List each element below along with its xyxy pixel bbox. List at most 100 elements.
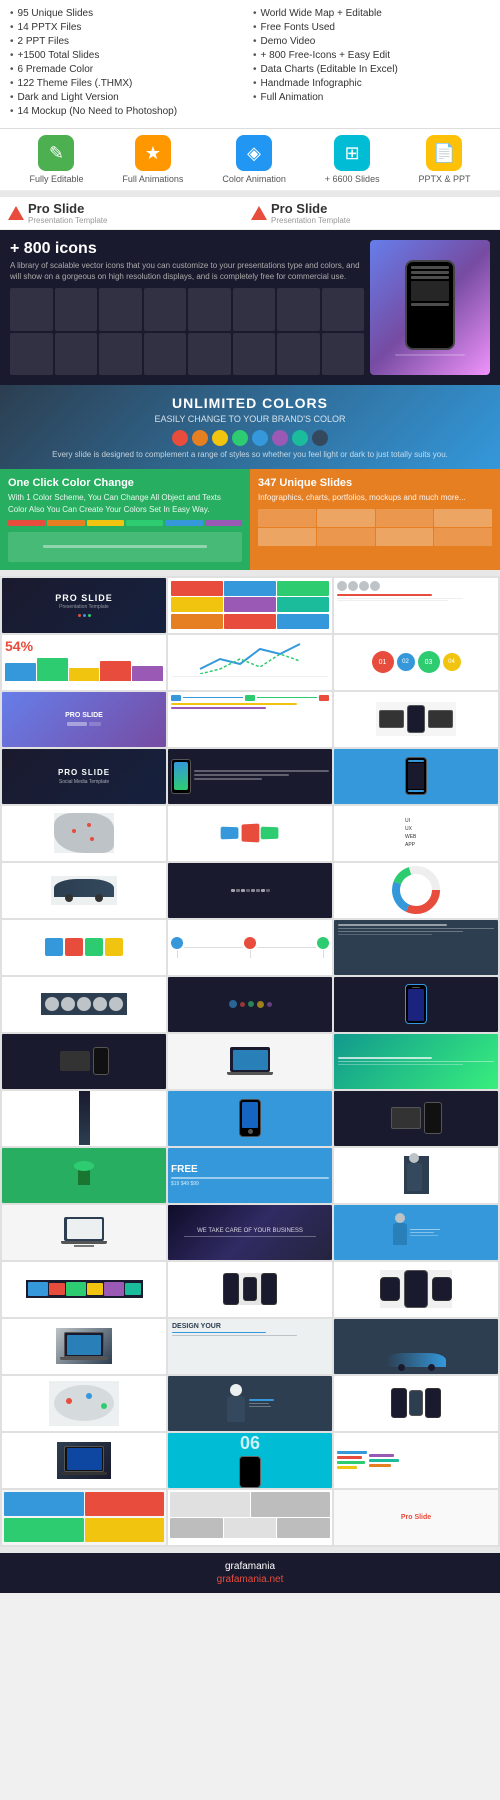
- slide-thumb-13[interactable]: [2, 806, 166, 861]
- icons-section: + 800 icons A library of scalable vector…: [0, 230, 500, 385]
- slide-thumb-31[interactable]: [2, 1148, 166, 1203]
- slide-thumb-12[interactable]: [334, 749, 498, 804]
- slide-thumb-40[interactable]: [2, 1319, 166, 1374]
- slide-thumb-34[interactable]: [2, 1205, 166, 1260]
- slide-thumb-49[interactable]: [2, 1490, 166, 1545]
- slide-thumb-32[interactable]: FREE $19 $49 $99: [168, 1148, 332, 1203]
- slide-thumb-44[interactable]: [168, 1376, 332, 1431]
- icon-grid-dot: [277, 333, 320, 376]
- icon-grid-dot: [99, 288, 142, 331]
- icon-grid-dot: [55, 333, 98, 376]
- slide-thumb-20[interactable]: [168, 920, 332, 975]
- pro-logo-right: Pro Slide Presentation Template: [251, 201, 492, 225]
- icons-row: ✎ Fully Editable ★ Full Animations ◈ Col…: [0, 129, 500, 191]
- icon-grid-dot: [10, 288, 53, 331]
- footer-url: grafamania.net: [8, 1574, 492, 1585]
- pro-logo-left: Pro Slide Presentation Template: [8, 201, 249, 225]
- one-click-box: One Click Color Change With 1 Color Sche…: [0, 469, 250, 569]
- color-bars: [8, 520, 242, 526]
- icon-grid-dot: [144, 333, 187, 376]
- slide-thumb-5[interactable]: [168, 635, 332, 690]
- slide-thumb-42[interactable]: [334, 1319, 498, 1374]
- logo-tagline: Presentation Template: [28, 216, 107, 225]
- slide-thumb-6[interactable]: 01 02 03 04: [334, 635, 498, 690]
- feature-item: •14 PPTX Files: [10, 22, 247, 33]
- slide-thumb-8[interactable]: [168, 692, 332, 747]
- feature-item: •Data Charts (Editable In Excel): [253, 64, 490, 75]
- slide-thumb-45[interactable]: [334, 1376, 498, 1431]
- icon-grid-dot: [188, 333, 231, 376]
- colors-title: UNLIMITED COLORS: [10, 395, 490, 411]
- color-bar: [47, 520, 84, 526]
- slide-thumb-11[interactable]: [168, 749, 332, 804]
- slide-thumb-7[interactable]: PRO SLIDE: [2, 692, 166, 747]
- slide-thumb-3[interactable]: [334, 578, 498, 633]
- swatch-teal: [292, 430, 308, 446]
- slide-thumb-48[interactable]: [334, 1433, 498, 1488]
- footer-brand: grafamania: [8, 1561, 492, 1572]
- slide-thumb-4[interactable]: 54%: [2, 635, 166, 690]
- slide-thumb-15[interactable]: UI UX WEB APP: [334, 806, 498, 861]
- swatch-red: [172, 430, 188, 446]
- slide-thumb-1[interactable]: PRO SLIDE Presentation Template: [2, 578, 166, 633]
- swatch-dark: [312, 430, 328, 446]
- slide-thumb-35[interactable]: WE TAKE CARE OF YOUR BUSINESS: [168, 1205, 332, 1260]
- icon-grid-dot: [322, 288, 365, 331]
- slide-thumb-46[interactable]: [2, 1433, 166, 1488]
- slide-thumb-33[interactable]: [334, 1148, 498, 1203]
- icon-grid-dot: [10, 333, 53, 376]
- slide-thumb-51[interactable]: Pro Slide: [334, 1490, 498, 1545]
- slide-thumb-22[interactable]: [2, 977, 166, 1032]
- slide-thumb-9[interactable]: [334, 692, 498, 747]
- icon-grid-dot: [233, 333, 276, 376]
- icons-count-title: + 800 icons: [10, 240, 364, 258]
- slide-thumb-21[interactable]: [334, 920, 498, 975]
- colors-section: UNLIMITED COLORS EASILY CHANGE TO YOUR B…: [0, 385, 500, 469]
- slide-thumb-37[interactable]: [2, 1262, 166, 1317]
- icons-left-panel: + 800 icons A library of scalable vector…: [10, 240, 364, 375]
- logo-text: Pro Slide: [28, 201, 107, 216]
- slide-thumb-27[interactable]: [334, 1034, 498, 1089]
- logo-text-2: Pro Slide: [271, 201, 350, 216]
- color-bar: [87, 520, 124, 526]
- slide-thumb-19[interactable]: [2, 920, 166, 975]
- slide-thumb-16[interactable]: [2, 863, 166, 918]
- one-click-desc: With 1 Color Scheme, You Can Change All …: [8, 492, 242, 514]
- color-swatches: [10, 430, 490, 446]
- icon-slides: ⊞ + 6600 Slides: [325, 135, 380, 184]
- slide-thumb-41[interactable]: DESIGN YOUR: [168, 1319, 332, 1374]
- swatch-blue: [252, 430, 268, 446]
- mini-thumb-grid: [258, 509, 492, 546]
- slide-thumb-50[interactable]: [168, 1490, 332, 1545]
- slide-thumb-17[interactable]: [168, 863, 332, 918]
- feature-item: •Demo Video: [253, 36, 490, 47]
- slide-thumb-23[interactable]: [168, 977, 332, 1032]
- unique-slides-box: 347 Unique Slides Infographics, charts, …: [250, 469, 500, 569]
- slide-thumb-43[interactable]: [2, 1376, 166, 1431]
- slides-thumbnail-grid: PRO SLIDE Presentation Template: [0, 576, 500, 1547]
- slide-thumb-24[interactable]: [334, 977, 498, 1032]
- icon-grid-dot: [144, 288, 187, 331]
- slide-thumb-29[interactable]: [168, 1091, 332, 1146]
- slide-thumb-2[interactable]: [168, 578, 332, 633]
- color-bar: [165, 520, 202, 526]
- slide-thumb-18[interactable]: [334, 863, 498, 918]
- features-bar: •95 Unique Slides •14 PPTX Files •2 PPT …: [0, 0, 500, 129]
- logo-tagline-2: Presentation Template: [271, 216, 350, 225]
- slide-thumb-47[interactable]: 06: [168, 1433, 332, 1488]
- swatch-green: [232, 430, 248, 446]
- slide-thumb-39[interactable]: [334, 1262, 498, 1317]
- slides-icon: ⊞: [334, 135, 370, 171]
- slide-thumb-36[interactable]: [334, 1205, 498, 1260]
- feature-item: •6 Premade Color: [10, 64, 247, 75]
- slide-thumb-26[interactable]: [168, 1034, 332, 1089]
- slide-thumb-10[interactable]: PRO SLIDE Social Media Template: [2, 749, 166, 804]
- slide-thumb-28[interactable]: [2, 1091, 166, 1146]
- slide-thumb-38[interactable]: [168, 1262, 332, 1317]
- slide-thumb-14[interactable]: [168, 806, 332, 861]
- slide-thumb-25[interactable]: [2, 1034, 166, 1089]
- colors-desc: Every slide is designed to complement a …: [10, 450, 490, 459]
- slide-thumb-30[interactable]: [334, 1091, 498, 1146]
- page-footer: grafamania grafamania.net: [0, 1553, 500, 1593]
- icon-grid-dot: [55, 288, 98, 331]
